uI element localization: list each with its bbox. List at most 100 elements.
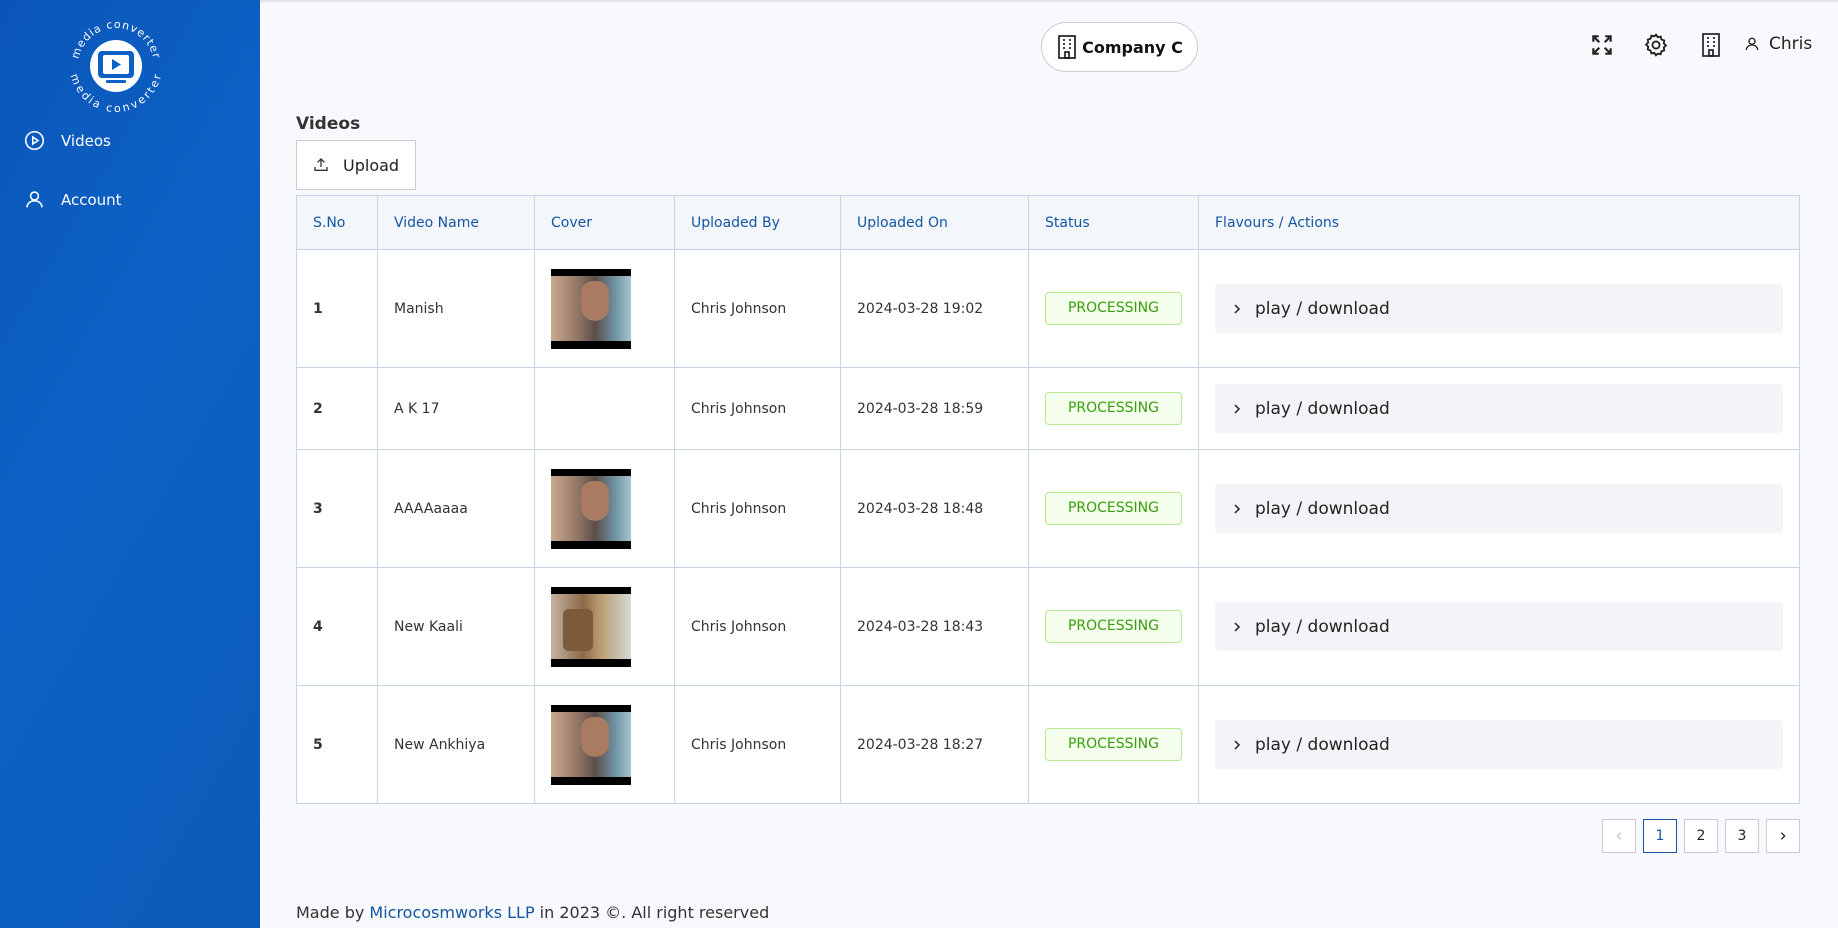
row-cover bbox=[534, 567, 675, 686]
row-uploaded-by: Chris Johnson bbox=[674, 249, 841, 368]
sidebar-item-label: Account bbox=[61, 190, 122, 209]
table-row: 5 New Ankhiya Chris Johnson 2024-03-28 1… bbox=[296, 685, 1800, 804]
footer: Made by Microcosmworks LLP in 2023 ©. Al… bbox=[296, 903, 769, 922]
pagination-page-3[interactable]: 3 bbox=[1725, 819, 1759, 853]
column-header[interactable]: Uploaded By bbox=[674, 195, 841, 250]
video-cover-image[interactable] bbox=[551, 704, 631, 785]
sidebar: media converter media converter Videos A… bbox=[0, 0, 260, 928]
row-uploaded-on: 2024-03-28 18:27 bbox=[840, 685, 1029, 804]
row-uploaded-by: Chris Johnson bbox=[674, 449, 841, 568]
action-label: play / download bbox=[1255, 734, 1390, 755]
sidebar-item-videos[interactable]: Videos bbox=[24, 130, 111, 151]
row-status: PROCESSING bbox=[1028, 685, 1199, 804]
chevron-right-icon bbox=[1234, 303, 1241, 314]
action-label: play / download bbox=[1255, 298, 1390, 319]
row-video-name: New Ankhiya bbox=[377, 685, 535, 804]
status-badge: PROCESSING bbox=[1045, 392, 1182, 425]
row-sno: 1 bbox=[296, 249, 378, 368]
play-download-toggle[interactable]: play / download bbox=[1215, 720, 1783, 769]
column-header[interactable]: Cover bbox=[534, 195, 675, 250]
action-label: play / download bbox=[1255, 616, 1390, 637]
videos-table: S.No Video Name Cover Uploaded By Upload… bbox=[296, 195, 1800, 804]
fullscreen-icon[interactable] bbox=[1589, 32, 1615, 58]
row-uploaded-on: 2024-03-28 18:43 bbox=[840, 567, 1029, 686]
table-row: 1 Manish Chris Johnson 2024-03-28 19:02 … bbox=[296, 249, 1800, 368]
pagination-page-2[interactable]: 2 bbox=[1684, 819, 1718, 853]
play-circle-icon bbox=[24, 130, 45, 151]
action-label: play / download bbox=[1255, 498, 1390, 519]
row-video-name: AAAAaaaa bbox=[377, 449, 535, 568]
row-actions: play / download bbox=[1198, 367, 1800, 450]
building-icon bbox=[1058, 35, 1076, 59]
building-icon[interactable] bbox=[1698, 32, 1724, 58]
status-badge: PROCESSING bbox=[1045, 292, 1182, 325]
footer-prefix: Made by bbox=[296, 903, 370, 922]
row-actions: play / download bbox=[1198, 249, 1800, 368]
play-download-toggle[interactable]: play / download bbox=[1215, 284, 1783, 333]
pagination-page-1[interactable]: 1 bbox=[1643, 819, 1677, 853]
sidebar-item-account[interactable]: Account bbox=[24, 189, 122, 210]
top-divider bbox=[260, 0, 1838, 2]
footer-company-link[interactable]: Microcosmworks LLP bbox=[369, 903, 534, 922]
row-sno: 2 bbox=[296, 367, 378, 450]
column-header[interactable]: Status bbox=[1028, 195, 1199, 250]
row-actions: play / download bbox=[1198, 685, 1800, 804]
row-sno: 3 bbox=[296, 449, 378, 568]
media-converter-logo[interactable]: media converter media converter bbox=[66, 14, 166, 118]
company-name: Company C bbox=[1082, 37, 1183, 57]
user-name: Chris bbox=[1769, 34, 1813, 54]
column-header[interactable]: Flavours / Actions bbox=[1198, 195, 1800, 250]
row-uploaded-on: 2024-03-28 18:48 bbox=[840, 449, 1029, 568]
row-cover bbox=[534, 367, 675, 450]
row-actions: play / download bbox=[1198, 567, 1800, 686]
gear-icon[interactable] bbox=[1643, 32, 1669, 58]
company-switcher[interactable]: Company C bbox=[1041, 22, 1198, 72]
upload-icon bbox=[314, 158, 328, 171]
chevron-right-icon bbox=[1234, 739, 1241, 750]
row-cover bbox=[534, 685, 675, 804]
chevron-right-icon bbox=[1780, 832, 1786, 840]
row-cover bbox=[534, 449, 675, 568]
upload-label: Upload bbox=[343, 155, 400, 175]
row-uploaded-by: Chris Johnson bbox=[674, 567, 841, 686]
chevron-right-icon bbox=[1234, 503, 1241, 514]
footer-suffix: in 2023 ©. All right reserved bbox=[534, 903, 770, 922]
play-download-toggle[interactable]: play / download bbox=[1215, 602, 1783, 651]
row-uploaded-on: 2024-03-28 19:02 bbox=[840, 249, 1029, 368]
sidebar-item-label: Videos bbox=[61, 131, 111, 150]
user-menu[interactable]: Chris bbox=[1744, 34, 1812, 54]
pagination-next-button[interactable] bbox=[1766, 819, 1800, 853]
status-badge: PROCESSING bbox=[1045, 610, 1182, 643]
row-sno: 5 bbox=[296, 685, 378, 804]
video-cover-image[interactable] bbox=[551, 268, 631, 349]
chevron-right-icon bbox=[1234, 621, 1241, 632]
page-title: Videos bbox=[296, 114, 361, 134]
row-uploaded-on: 2024-03-28 18:59 bbox=[840, 367, 1029, 450]
play-download-toggle[interactable]: play / download bbox=[1215, 384, 1783, 433]
table-row: 2 A K 17 Chris Johnson 2024-03-28 18:59 … bbox=[296, 367, 1800, 450]
row-video-name: New Kaali bbox=[377, 567, 535, 686]
chevron-right-icon bbox=[1234, 403, 1241, 414]
row-status: PROCESSING bbox=[1028, 249, 1199, 368]
table-header-row: S.No Video Name Cover Uploaded By Upload… bbox=[296, 195, 1800, 250]
action-label: play / download bbox=[1255, 398, 1390, 419]
video-cover-image[interactable] bbox=[551, 468, 631, 549]
play-download-toggle[interactable]: play / download bbox=[1215, 484, 1783, 533]
chevron-left-icon bbox=[1616, 832, 1622, 840]
row-sno: 4 bbox=[296, 567, 378, 686]
column-header[interactable]: S.No bbox=[296, 195, 378, 250]
pagination-prev-button[interactable] bbox=[1602, 819, 1636, 853]
column-header[interactable]: Uploaded On bbox=[840, 195, 1029, 250]
user-icon bbox=[1745, 37, 1759, 51]
row-video-name: Manish bbox=[377, 249, 535, 368]
column-header[interactable]: Video Name bbox=[377, 195, 535, 250]
user-icon bbox=[26, 191, 43, 208]
row-uploaded-by: Chris Johnson bbox=[674, 367, 841, 450]
video-cover-image[interactable] bbox=[551, 586, 631, 667]
upload-button[interactable]: Upload bbox=[296, 140, 416, 190]
row-video-name: A K 17 bbox=[377, 367, 535, 450]
status-badge: PROCESSING bbox=[1045, 728, 1182, 761]
table-row: 4 New Kaali Chris Johnson 2024-03-28 18:… bbox=[296, 567, 1800, 686]
row-uploaded-by: Chris Johnson bbox=[674, 685, 841, 804]
status-badge: PROCESSING bbox=[1045, 492, 1182, 525]
